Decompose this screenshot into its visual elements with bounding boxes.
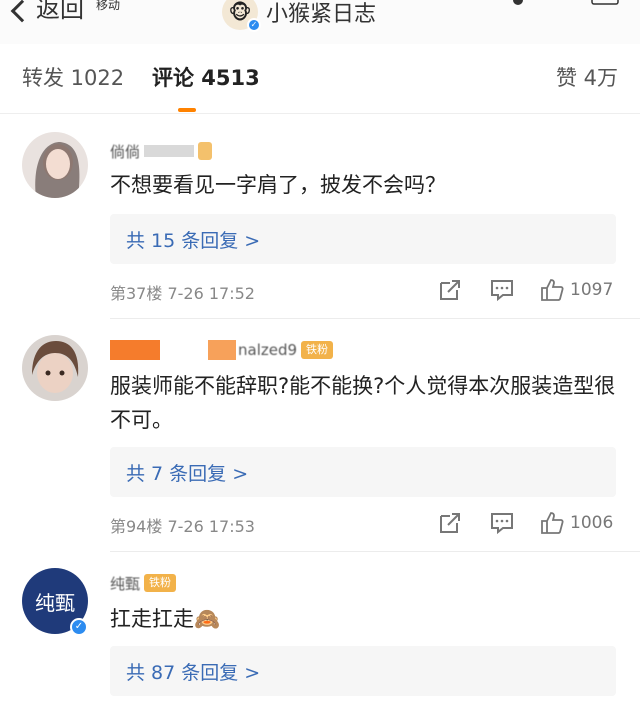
avatar[interactable] [22,335,88,401]
comment-author[interactable]: 倘倘 [110,140,212,162]
account-avatar: 🐵 ✓ [222,0,261,32]
name-redaction [144,145,195,157]
like-icon [541,512,564,534]
floor-and-time: 第37楼 7-26 17:52 [110,284,255,303]
comment-author[interactable]: 纯甄 铁粉 [110,572,177,594]
like-button[interactable]: 1006 [540,511,613,535]
reply-summary-button[interactable]: 共 15 条回复 > [110,214,616,264]
share-icon[interactable] [438,278,462,302]
verified-icon: ✓ [247,18,261,32]
tab-likes[interactable]: 赞 4万 [556,62,618,92]
comment-text: 扛走扛走🙈 [110,607,221,631]
name-redaction [110,340,160,360]
avatar-photo [22,132,88,198]
like-button[interactable]: 1097 [540,278,613,302]
back-label: 返回 [36,0,84,23]
comment-text: 服装师能不能辞职?能不能换?个人觉得本次服装造型很不可。 [110,374,616,432]
name-redaction [208,340,236,360]
back-chevron-icon [10,0,34,23]
fan-badge: 铁粉 [144,574,177,592]
comment-item: nalzed9 铁粉 服装师能不能辞职?能不能换?个人觉得本次服装造型很不可。 … [0,319,640,551]
avatar[interactable] [22,132,88,198]
reply-count-link: 共 87 条回复 > [126,662,261,684]
page-title: 小猴紧日志 [266,2,377,27]
like-icon [541,279,564,301]
author-name: 纯甄 [110,574,141,593]
comment-meta: 第37楼 7-26 17:52 1097 [110,278,620,304]
reply-summary-button[interactable]: 共 87 条回复 > [110,646,616,696]
author-name: 倘倘 [110,142,141,161]
fan-badge [198,142,212,160]
comment-item: 纯甄 ✓ 纯甄 铁粉 扛走扛走🙈 共 87 条回复 > [0,552,640,708]
reply-summary-button[interactable]: 共 7 条回复 > [110,447,616,497]
tab-reposts[interactable]: 转发 1022 [22,62,124,92]
avatar-photo [22,335,88,401]
comment-meta: 第94楼 7-26 17:53 1006 [110,511,620,537]
status-carrier-text: 移动 [96,0,121,12]
comment-icon[interactable] [490,278,514,302]
avatar-brand-text: 纯甄 [35,590,75,615]
like-count: 1097 [570,280,614,300]
tab-bar: 转发 1022 评论 4513 赞 4万 [0,44,640,114]
top-bar: 返回 移动 🐵 ✓ 小猴紧日志 [0,0,640,44]
tab-comments[interactable]: 评论 4513 [152,62,260,92]
author-name: nalzed9 [238,341,298,359]
share-icon[interactable] [438,511,462,535]
like-count: 1006 [570,513,614,533]
fan-badge: 铁粉 [301,341,334,359]
back-button[interactable]: 返回 [10,0,84,24]
comment-item: 倘倘 不想要看见一字肩了，披发不会吗？ 共 15 条回复 > 第37楼 7-26… [0,114,640,319]
tab-active-indicator [178,108,196,112]
reply-count-link: 共 15 条回复 > [126,230,261,252]
comment-icon[interactable] [490,511,514,535]
reply-count-link: 共 7 条回复 > [126,463,249,485]
account-title[interactable]: 🐵 ✓ 小猴紧日志 [222,0,377,32]
floor-and-time: 第94楼 7-26 17:53 [110,517,255,536]
comment-author[interactable]: nalzed9 铁粉 [110,339,334,361]
comment-text: 不想要看见一字肩了，披发不会吗？ [110,173,446,197]
status-icons [513,0,619,5]
verified-icon: ✓ [70,618,88,636]
